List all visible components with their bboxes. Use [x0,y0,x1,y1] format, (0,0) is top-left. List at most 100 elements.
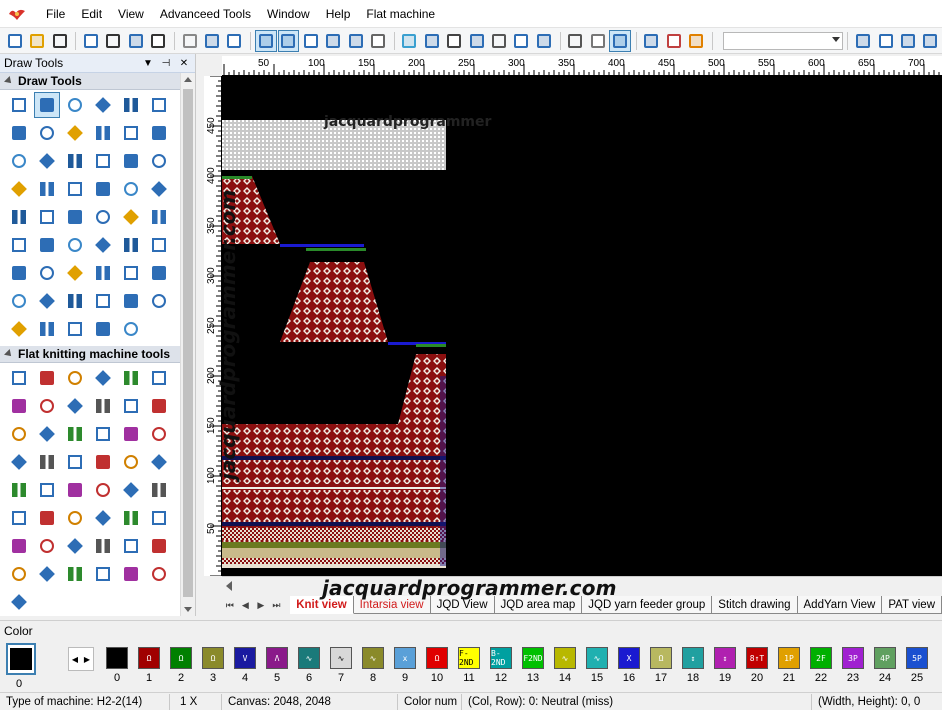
eraser-5-tool[interactable] [34,288,60,314]
menu-advanced-tools[interactable]: Advanceed Tools [152,3,259,25]
paste-icon[interactable] [224,30,245,52]
scroll-left-icon[interactable] [226,581,232,591]
triangle-tool[interactable] [62,393,88,419]
color-swatch-16[interactable]: X 16 [613,647,645,691]
color-swatch-14[interactable]: ∿ 14 [549,647,581,691]
align-icon[interactable] [852,30,873,52]
undo-icon[interactable] [80,30,101,52]
color-swatch-18[interactable]: ↕ 18 [677,647,709,691]
stitch-icon[interactable] [345,30,366,52]
color-stripes-tool[interactable] [34,449,60,475]
next-tab-icon[interactable]: ▶ [253,597,269,613]
color-swatch-0[interactable]: 0 [101,647,133,691]
active-layer-icon[interactable] [609,29,631,52]
cloud-tool[interactable] [118,288,144,314]
panel-pin-icon[interactable]: ⊣ [159,56,173,70]
cross-tool[interactable] [34,260,60,286]
brush-icon[interactable] [663,30,684,52]
eraser-tool[interactable] [62,204,88,230]
color-swatch-24[interactable]: 4P 24 [869,647,901,691]
eraser-3-tool[interactable] [118,204,144,230]
step-line-tool[interactable] [90,92,116,118]
color-swatch-25[interactable]: 5P 25 [901,647,933,691]
rows-tool[interactable] [6,204,32,230]
pencil-icon[interactable] [421,30,442,52]
menu-file[interactable]: File [38,3,73,25]
x-knit-tool[interactable] [90,421,116,447]
filled-parallelogram-tool[interactable] [90,148,116,174]
split-frame-tool[interactable] [118,260,144,286]
cnt-tool[interactable] [118,477,144,503]
last-tab-icon[interactable]: ⏭ [269,597,285,613]
icj-2-tool[interactable] [62,505,88,531]
dual-arrow-2-tool[interactable] [62,561,88,587]
save-icon[interactable] [49,30,70,52]
section-draw-tools[interactable]: Draw Tools [0,73,195,90]
menu-help[interactable]: Help [318,3,359,25]
gear-knit-tool[interactable] [118,561,144,587]
rubber-tool[interactable] [34,316,60,342]
diamond-knit-tool[interactable] [62,421,88,447]
color-swatch-1[interactable]: Ω1 [133,647,165,691]
gear-2-tool[interactable] [6,589,32,615]
diamond-tool[interactable] [6,148,32,174]
lasso-tool[interactable] [62,316,88,342]
redo-icon[interactable] [125,30,146,52]
scissors-tool[interactable] [6,260,32,286]
loop-tool[interactable] [146,449,172,475]
monitor-icon[interactable] [533,30,554,52]
redo-dropdown-icon[interactable] [148,30,169,52]
needle-knit-tool[interactable] [118,393,144,419]
knit-tool-2[interactable] [34,365,60,391]
down-arrow-tool[interactable] [6,421,32,447]
menu-view[interactable]: View [110,3,152,25]
color-swatch-22[interactable]: 2F 22 [805,647,837,691]
bar-knit-tool[interactable] [90,477,116,503]
magic-wand-tool[interactable] [6,316,32,342]
fill-icon[interactable] [466,30,487,52]
color-swatch-23[interactable]: 3P 23 [837,647,869,691]
menu-window[interactable]: Window [259,3,318,25]
edit-tool[interactable] [6,533,32,559]
curve-tool[interactable] [146,92,172,118]
redo-knit-tool[interactable] [146,393,172,419]
shirt-tool[interactable] [146,365,172,391]
copy-layer-icon[interactable] [587,30,608,52]
dots-tool[interactable] [90,533,116,559]
color-swatch-12[interactable]: B-2ND 12 [485,647,517,691]
rounded-rect-tool[interactable] [62,120,88,146]
frame-2-tool[interactable] [90,260,116,286]
transfer-tool[interactable] [118,421,144,447]
color-swatch-9[interactable]: x9 [389,647,421,691]
align-left-tool[interactable] [62,232,88,258]
knit-tool-1[interactable] [6,365,32,391]
color-swatch-7[interactable]: ∿ 7 [325,647,357,691]
grid-icon[interactable] [255,29,277,52]
first-tab-icon[interactable]: ⏮ [222,597,238,613]
scroll-up-icon[interactable] [184,77,192,82]
slope-tool[interactable] [146,533,172,559]
color-swatch-15[interactable]: ∿ 15 [581,647,613,691]
section-knit-tools[interactable]: Flat knitting machine tools [0,346,195,363]
filled-rounded-rect-tool[interactable] [90,120,116,146]
eraser-4-tool[interactable] [146,204,172,230]
stack-tool[interactable] [62,477,88,503]
frame-tool[interactable] [62,260,88,286]
color-swatch-6[interactable]: ∿ 6 [293,647,325,691]
copy-block-tool[interactable] [34,232,60,258]
toolbar-combo[interactable] [723,31,844,50]
panel-menu-icon[interactable]: ▼ [141,56,155,70]
color-swatch-11[interactable]: F-2ND 11 [453,647,485,691]
color-swatch-2[interactable]: Ω2 [165,647,197,691]
grid-select-tool[interactable] [90,316,116,342]
blocks-2-tool[interactable] [146,505,172,531]
grid-red-tool[interactable] [62,533,88,559]
color-prev-icon[interactable]: ◀ [69,648,81,670]
pencil-tool[interactable] [62,92,88,118]
color-swatch-4[interactable]: V4 [229,647,261,691]
filled-rect-tool[interactable] [34,120,60,146]
ellipse-tool[interactable] [118,120,144,146]
line-tool[interactable] [118,92,144,118]
knit-canvas[interactable]: jacquardprogrammer [222,76,942,576]
cut-icon[interactable] [179,30,200,52]
